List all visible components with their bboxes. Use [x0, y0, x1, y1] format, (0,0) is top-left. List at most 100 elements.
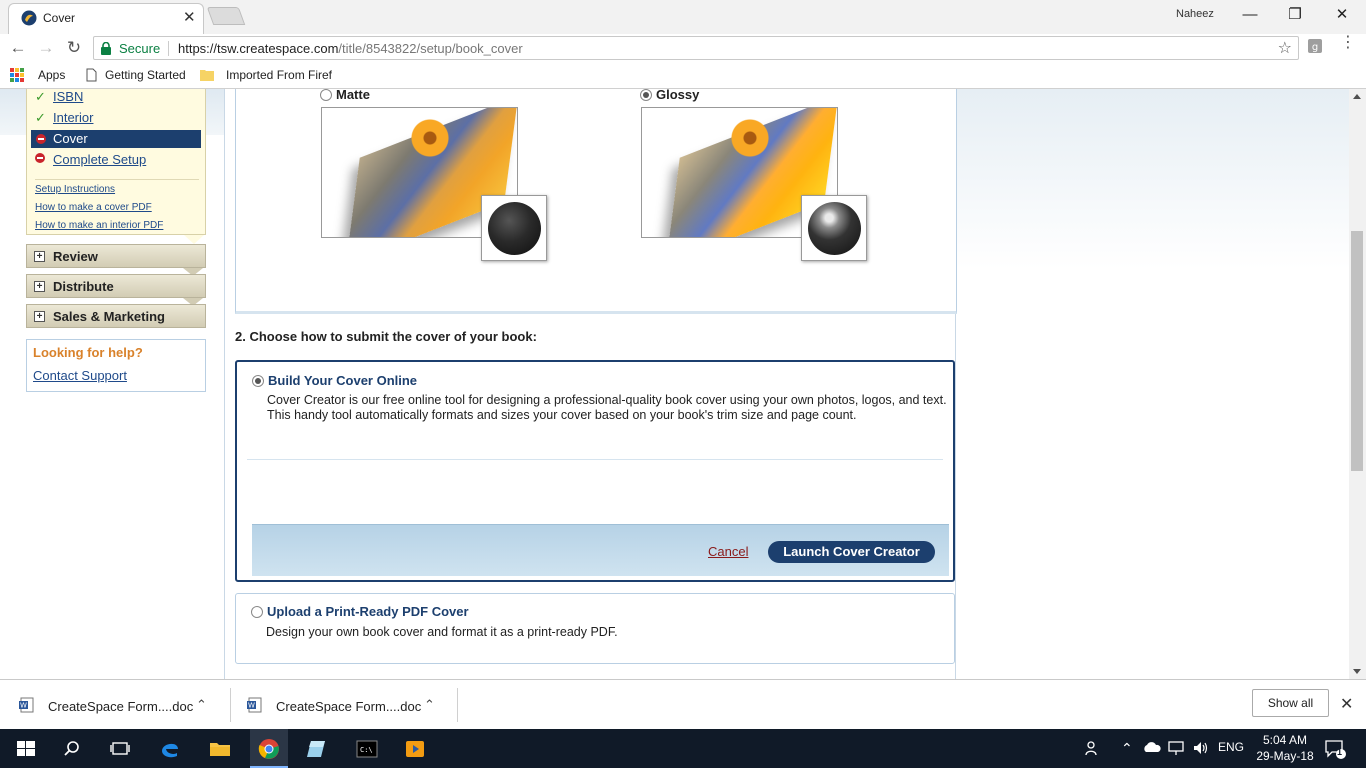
page-icon [86, 68, 97, 82]
upload-pdf-label: Upload a Print-Ready PDF Cover [267, 604, 469, 619]
url-base: https://tsw.createspace.com [178, 41, 339, 56]
nav-item-cover[interactable]: Cover [31, 130, 201, 148]
language-indicator[interactable]: ENG [1218, 740, 1244, 754]
option-build-online[interactable]: Build Your Cover Online Cover Creator is… [235, 360, 955, 582]
page-scrollbar[interactable] [1349, 89, 1366, 679]
svg-text:C:\: C:\ [360, 746, 373, 754]
task-view-icon[interactable] [108, 737, 132, 761]
nav-divider [35, 179, 199, 180]
contact-support-link[interactable]: Contact Support [33, 368, 127, 383]
profile-name[interactable]: Naheez [1176, 8, 1214, 20]
link-interior-pdf[interactable]: How to make an interior PDF [35, 220, 163, 231]
glossy-label: Glossy [656, 89, 700, 102]
apps-grid-icon[interactable] [10, 68, 24, 82]
build-online-radio[interactable] [252, 375, 264, 387]
check-icon: ✓ [35, 89, 46, 104]
section-distribute[interactable]: + Distribute [26, 274, 206, 306]
bookmark-getting-started[interactable]: Getting Started [105, 68, 186, 82]
glossy-radio[interactable] [640, 89, 652, 101]
forward-icon[interactable]: → [36, 38, 56, 58]
bookmark-apps[interactable]: Apps [38, 68, 65, 82]
windows-start-icon[interactable] [14, 737, 38, 761]
close-shelf-icon[interactable]: ✕ [1340, 694, 1353, 714]
chrome-icon[interactable] [257, 737, 281, 761]
extension-icon[interactable]: g [1307, 38, 1323, 54]
secure-label: Secure [119, 41, 161, 56]
browser-titlebar: Cover ✕ Naheez — ❐ ✕ [0, 0, 1366, 34]
clock-date: 29-May-18 [1256, 749, 1314, 763]
matte-sample-tile [481, 195, 547, 261]
matte-ball-icon [488, 202, 541, 255]
matte-radio[interactable] [320, 89, 332, 101]
show-all-button[interactable]: Show all [1252, 689, 1329, 717]
cancel-link[interactable]: Cancel [708, 544, 748, 559]
scroll-down-icon[interactable] [1353, 669, 1361, 674]
page-right-band [956, 89, 1349, 679]
createspace-favicon-icon [21, 10, 37, 26]
people-icon[interactable] [1084, 739, 1102, 757]
nav-link-interior[interactable]: Interior [53, 110, 93, 125]
onedrive-cloud-icon[interactable] [1142, 740, 1162, 754]
browser-toolbar: ← → ↻ Secure https://tsw.createspace.com… [0, 34, 1366, 62]
network-icon[interactable] [1167, 740, 1185, 756]
expand-icon: + [34, 251, 45, 262]
expand-icon: + [34, 311, 45, 322]
download-item[interactable]: W CreateSpace Form....doc ⌃ [0, 688, 214, 724]
file-explorer-icon[interactable] [208, 737, 232, 761]
chrome-menu-icon[interactable]: ⋮ [1340, 35, 1356, 58]
notepad-app-icon[interactable] [305, 737, 329, 761]
address-bar[interactable]: Secure https://tsw.createspace.com/title… [93, 36, 1299, 60]
tray-chevron-up-icon[interactable]: ⌃ [1121, 740, 1133, 757]
window-close-button[interactable]: ✕ [1322, 4, 1362, 26]
option-build-online-title[interactable]: Build Your Cover Online [252, 373, 417, 388]
download-item[interactable]: W CreateSpace Form....doc ⌃ [228, 688, 442, 724]
finish-option-glossy[interactable]: Glossy [640, 89, 699, 102]
reload-icon[interactable]: ↻ [64, 38, 84, 58]
chevron-up-icon[interactable]: ⌃ [424, 697, 435, 713]
option-action-bar: Cancel Launch Cover Creator [252, 524, 949, 576]
search-icon[interactable] [60, 737, 84, 761]
launch-cover-creator-button[interactable]: Launch Cover Creator [768, 541, 935, 563]
system-clock[interactable]: 5:04 AM 29-May-18 [1250, 732, 1320, 764]
nav-link-complete-setup[interactable]: Complete Setup [53, 152, 146, 167]
nav-link-isbn[interactable]: ISBN [53, 89, 83, 104]
nav-item-complete-setup[interactable]: Complete Setup [35, 152, 146, 170]
windows-taskbar: C:\ ⌃ ENG 5:04 AM 29-May-18 1 [0, 729, 1366, 768]
scroll-thumb[interactable] [1351, 231, 1363, 471]
link-setup-instructions[interactable]: Setup Instructions [35, 184, 115, 195]
browser-tab-cover[interactable]: Cover ✕ [8, 3, 204, 34]
bookmark-imported-folder[interactable]: Imported From Firef [226, 68, 334, 82]
upload-pdf-radio[interactable] [251, 606, 263, 618]
command-prompt-icon[interactable]: C:\ [355, 737, 379, 761]
new-tab-button[interactable] [206, 7, 246, 25]
window-maximize-button[interactable]: ❐ [1275, 4, 1315, 26]
volume-icon[interactable] [1192, 740, 1210, 756]
tab-close-icon[interactable]: ✕ [183, 8, 196, 26]
option-upload-pdf-title[interactable]: Upload a Print-Ready PDF Cover [251, 604, 469, 619]
chevron-up-icon[interactable]: ⌃ [196, 697, 207, 713]
url-text: https://tsw.createspace.com/title/854382… [178, 41, 523, 56]
nav-item-interior[interactable]: ✓ Interior [35, 110, 93, 128]
link-cover-pdf[interactable]: How to make a cover PDF [35, 202, 152, 213]
action-center-icon[interactable] [1324, 739, 1346, 759]
flower-image [728, 116, 772, 160]
edge-browser-icon[interactable] [158, 737, 182, 761]
finish-option-matte[interactable]: Matte [320, 89, 370, 102]
media-player-icon[interactable] [403, 737, 427, 761]
section-sales-marketing[interactable]: + Sales & Marketing [26, 304, 206, 328]
window-minimize-button[interactable]: — [1230, 4, 1270, 26]
setup-nav: ✓ ISBN ✓ Interior Cover Complete Setup Set… [26, 89, 206, 235]
scroll-up-icon[interactable] [1353, 94, 1361, 99]
tab-title: Cover [43, 11, 76, 25]
check-icon: ✓ [35, 110, 46, 125]
build-online-label: Build Your Cover Online [268, 373, 418, 388]
bookmark-star-icon[interactable]: ☆ [1278, 38, 1292, 58]
section-review[interactable]: + Review [26, 244, 206, 276]
nav-item-isbn[interactable]: ✓ ISBN [35, 89, 83, 107]
back-icon[interactable]: ← [8, 38, 28, 58]
svg-text:W: W [248, 702, 255, 710]
folder-icon [200, 70, 214, 81]
url-path: /title/8543822/setup/book_cover [338, 41, 523, 56]
option-upload-pdf[interactable]: Upload a Print-Ready PDF Cover Design yo… [235, 593, 955, 664]
glossy-sample-tile [801, 195, 867, 261]
